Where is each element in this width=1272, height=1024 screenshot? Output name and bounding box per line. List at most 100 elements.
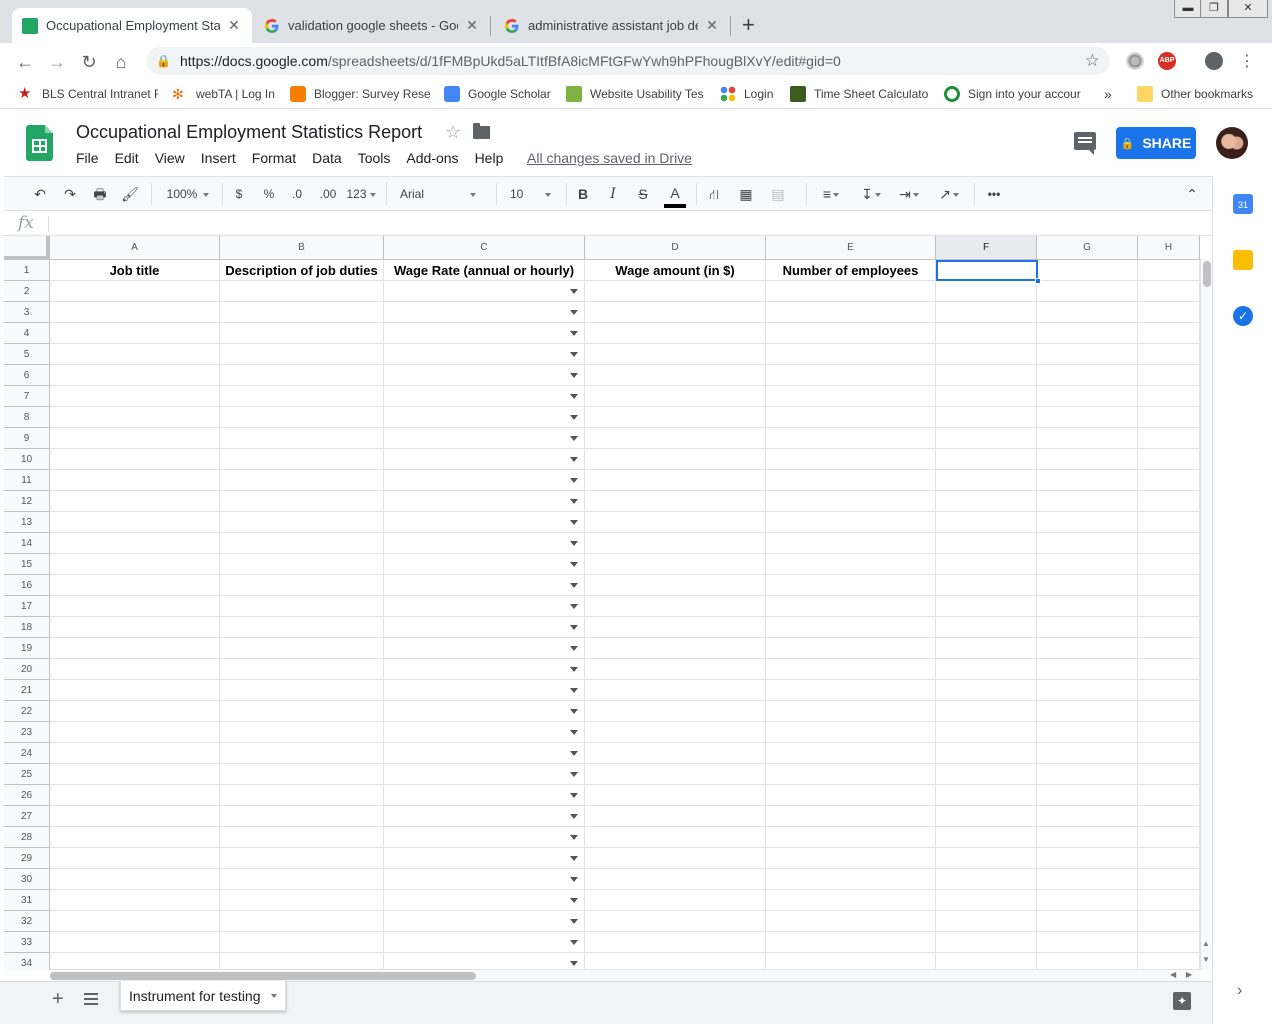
row-header-24[interactable]: 24 xyxy=(4,743,50,764)
paint-format-icon[interactable]: 🖌 xyxy=(120,184,140,204)
minimize-window-button[interactable]: ▬ xyxy=(1174,0,1202,18)
keep-icon[interactable] xyxy=(1233,250,1253,270)
row-header-19[interactable]: 19 xyxy=(4,638,50,659)
bookmark-google-scholar[interactable]: Google Scholar xyxy=(444,84,554,104)
dropdown-arrow-icon[interactable] xyxy=(570,898,578,903)
bookmark-bls-intranet[interactable]: ★ BLS Central Intranet F xyxy=(18,84,158,104)
all-sheets-menu-icon[interactable] xyxy=(84,993,98,1005)
fill-color-icon[interactable]: ⛙ xyxy=(704,184,724,204)
browser-tab-validation[interactable]: validation google sheets - Googl ✕ xyxy=(254,8,490,43)
more-tools-icon[interactable]: ••• xyxy=(982,184,1006,204)
menu-file[interactable]: File xyxy=(76,150,99,166)
vertical-scroll-thumb[interactable] xyxy=(1203,261,1211,287)
column-header-c[interactable]: C xyxy=(384,236,585,260)
sheets-logo-icon[interactable] xyxy=(26,125,53,161)
back-arrow-icon[interactable]: ← xyxy=(14,51,36,73)
dropdown-arrow-icon[interactable] xyxy=(570,835,578,840)
url-bar[interactable]: 🔒 https://docs.google.com/spreadsheets/d… xyxy=(146,47,1110,75)
browser-tab-sheets[interactable]: Occupational Employment Statis ✕ xyxy=(12,8,252,43)
vertical-align-icon[interactable]: ↧ xyxy=(856,184,886,204)
format-currency-button[interactable]: $ xyxy=(230,184,248,204)
row-header-9[interactable]: 9 xyxy=(4,428,50,449)
dropdown-arrow-icon[interactable] xyxy=(570,751,578,756)
horizontal-scroll-thumb[interactable] xyxy=(50,972,476,980)
bold-button[interactable]: B xyxy=(574,184,592,204)
dropdown-arrow-icon[interactable] xyxy=(570,352,578,357)
dropdown-arrow-icon[interactable] xyxy=(570,331,578,336)
row-header-16[interactable]: 16 xyxy=(4,575,50,596)
dropdown-arrow-icon[interactable] xyxy=(570,688,578,693)
calendar-icon[interactable]: 31 xyxy=(1233,194,1253,214)
dropdown-arrow-icon[interactable] xyxy=(570,814,578,819)
dropdown-arrow-icon[interactable] xyxy=(570,562,578,567)
fill-handle[interactable] xyxy=(1035,278,1041,284)
italic-button[interactable]: I xyxy=(604,184,622,204)
dropdown-arrow-icon[interactable] xyxy=(570,394,578,399)
row-header-17[interactable]: 17 xyxy=(4,596,50,617)
add-sheet-button[interactable]: + xyxy=(52,988,64,1011)
row-header-29[interactable]: 29 xyxy=(4,848,50,869)
dropdown-arrow-icon[interactable] xyxy=(570,457,578,462)
tasks-icon[interactable]: ✓ xyxy=(1233,306,1253,326)
scroll-left-arrow-icon[interactable]: ◀ xyxy=(1170,970,1176,979)
dropdown-arrow-icon[interactable] xyxy=(570,856,578,861)
bookmark-star-icon[interactable]: ☆ xyxy=(1085,51,1100,71)
menu-insert[interactable]: Insert xyxy=(201,150,236,166)
expand-side-panel-chevron-icon[interactable]: › xyxy=(1237,982,1242,1000)
row-header-30[interactable]: 30 xyxy=(4,869,50,890)
scroll-right-arrow-icon[interactable]: ▶ xyxy=(1186,970,1192,979)
row-header-33[interactable]: 33 xyxy=(4,932,50,953)
dropdown-arrow-icon[interactable] xyxy=(570,541,578,546)
format-percent-button[interactable]: % xyxy=(260,184,278,204)
dropdown-arrow-icon[interactable] xyxy=(570,961,578,966)
row-header-21[interactable]: 21 xyxy=(4,680,50,701)
row-header-6[interactable]: 6 xyxy=(4,365,50,386)
dropdown-arrow-icon[interactable] xyxy=(570,667,578,672)
increase-decimals-button[interactable]: .00 xyxy=(316,184,340,204)
profile-icon[interactable] xyxy=(1205,52,1223,70)
row-header-3[interactable]: 3 xyxy=(4,302,50,323)
star-icon[interactable]: ☆ xyxy=(445,122,461,143)
avatar[interactable] xyxy=(1216,127,1248,159)
dropdown-arrow-icon[interactable] xyxy=(570,604,578,609)
row-header-26[interactable]: 26 xyxy=(4,785,50,806)
scroll-up-arrow-icon[interactable]: ▲ xyxy=(1202,939,1210,948)
menu-edit[interactable]: Edit xyxy=(115,150,139,166)
menu-view[interactable]: View xyxy=(155,150,185,166)
redo-icon[interactable]: ↷ xyxy=(60,184,80,204)
other-bookmarks[interactable]: Other bookmarks xyxy=(1137,84,1257,104)
row-header-12[interactable]: 12 xyxy=(4,491,50,512)
row-header-34[interactable]: 34 xyxy=(4,953,50,970)
strikethrough-button[interactable]: S xyxy=(634,184,652,204)
row-header-18[interactable]: 18 xyxy=(4,617,50,638)
column-header-d[interactable]: D xyxy=(585,236,766,260)
close-tab-icon[interactable]: ✕ xyxy=(704,17,720,34)
dropdown-arrow-icon[interactable] xyxy=(570,730,578,735)
document-title[interactable]: Occupational Employment Statistics Repor… xyxy=(76,122,422,143)
font-size-select[interactable]: 10 xyxy=(510,184,558,204)
adblock-icon[interactable]: ABP xyxy=(1158,52,1176,70)
horizontal-scrollbar[interactable]: ◀ ▶ xyxy=(50,969,1200,981)
sheet-tab-menu-caret-icon[interactable] xyxy=(270,993,277,998)
horizontal-align-icon[interactable]: ≡ xyxy=(816,184,846,204)
bookmark-blogger[interactable]: Blogger: Survey Rese xyxy=(290,84,430,104)
more-formats-select[interactable]: 123 xyxy=(344,184,378,204)
dropdown-arrow-icon[interactable] xyxy=(570,940,578,945)
chrome-menu-icon[interactable]: ⋮ xyxy=(1236,51,1258,73)
sheet-tab-instrument[interactable]: Instrument for testing xyxy=(120,981,286,1011)
row-header-28[interactable]: 28 xyxy=(4,827,50,848)
bookmark-webta[interactable]: ✻ webTA | Log In xyxy=(172,84,282,104)
dropdown-arrow-icon[interactable] xyxy=(570,478,578,483)
comments-icon[interactable] xyxy=(1074,132,1096,155)
column-header-e[interactable]: E xyxy=(766,236,936,260)
dropdown-arrow-icon[interactable] xyxy=(570,310,578,315)
dropdown-arrow-icon[interactable] xyxy=(570,709,578,714)
font-family-select[interactable]: Arial xyxy=(400,184,484,204)
header-cell-a[interactable]: Job title xyxy=(50,260,219,281)
close-tab-icon[interactable]: ✕ xyxy=(226,17,242,34)
bookmarks-overflow-chevron-icon[interactable]: » xyxy=(1104,84,1118,104)
row-header-22[interactable]: 22 xyxy=(4,701,50,722)
menu-tools[interactable]: Tools xyxy=(358,150,391,166)
dropdown-arrow-icon[interactable] xyxy=(570,646,578,651)
zoom-select[interactable]: 100% xyxy=(162,184,214,204)
